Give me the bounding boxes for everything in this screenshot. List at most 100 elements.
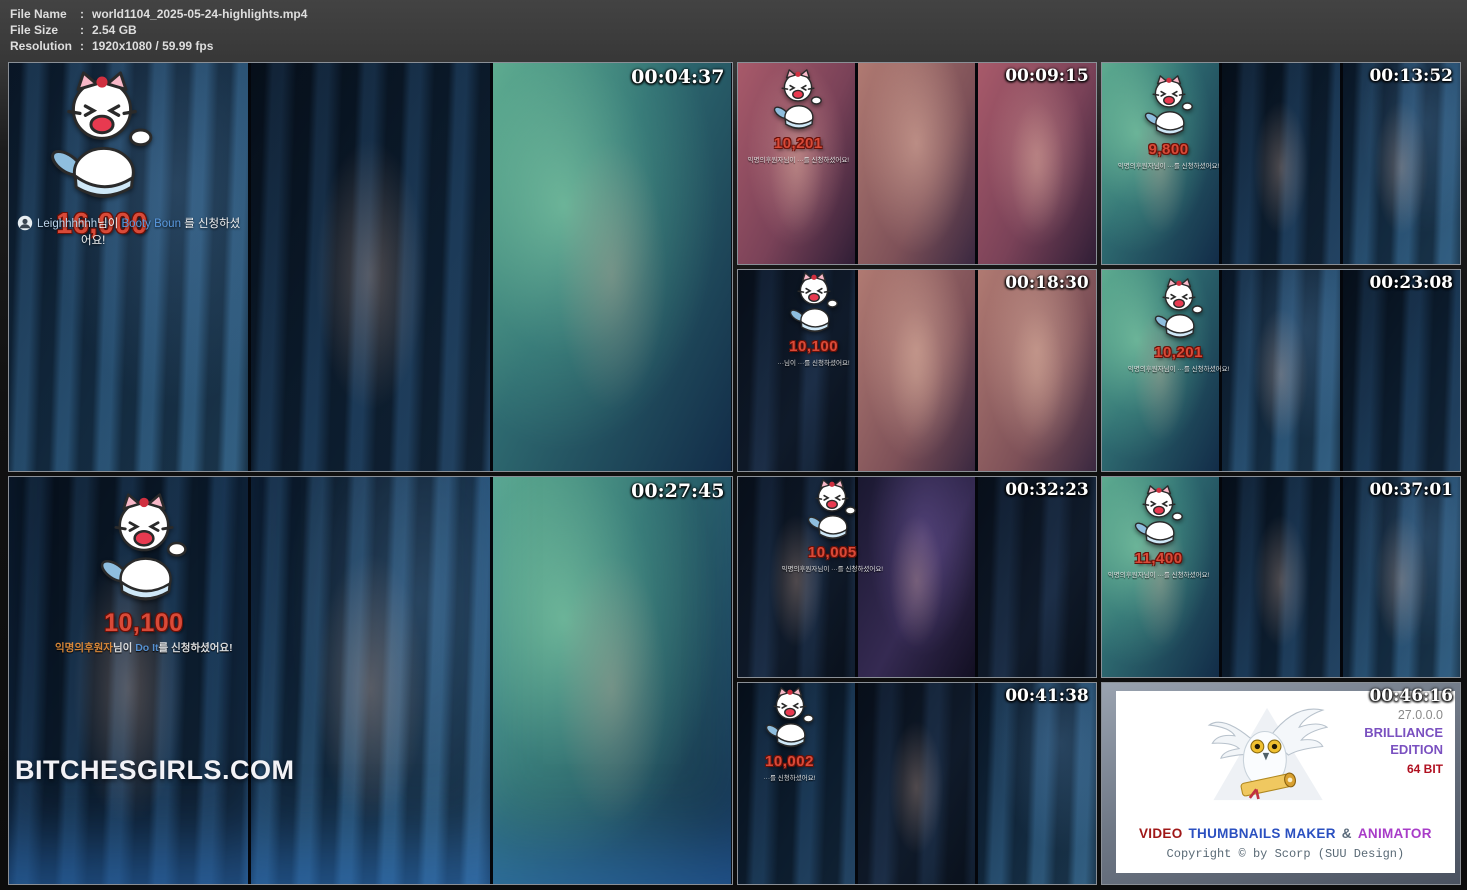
donor-name: 익명의후원자 [55, 642, 113, 654]
donation-message: 익명의후원자님이 ···를 신청하셨어요! [748, 154, 850, 164]
donation-message: 익명의후원자님이 ···를 신청하셨어요! [1108, 569, 1210, 579]
scene-panel [975, 477, 1095, 678]
colon: : [80, 22, 92, 38]
cat-mascot-icon [94, 493, 194, 609]
thumbnail-6: 10,100 익명의후원자님이 Do It를 신청하셨어요! BITCHESGI… [8, 476, 733, 886]
scene-panel [248, 63, 490, 471]
branding-card: 27.0.0.0 BRILLIANCE EDITION 64 BIT VIDEO… [1116, 691, 1455, 873]
scene-panel [1340, 477, 1460, 678]
colon: : [80, 6, 92, 22]
timestamp-label: 00:27:45 [631, 480, 724, 502]
timestamp-label: 00:41:38 [1005, 686, 1089, 706]
donation-amount: 10,201 [748, 135, 850, 152]
thumbnail-2: 10,201 익명의후원자님이 ···를 신청하셨어요! 00:09:15 [737, 62, 1097, 265]
scene-panel [975, 63, 1095, 264]
donation-overlay: 10,201 익명의후원자님이 ···를 신청하셨어요! [1128, 278, 1230, 373]
timestamp-label: 00:37:01 [1369, 480, 1453, 500]
contact-sheet: File Name : world1104_2025-05-24-highlig… [0, 0, 1467, 890]
file-name-value: world1104_2025-05-24-highlights.mp4 [92, 6, 307, 22]
scene-panel [855, 63, 975, 264]
branding-thumbnail: 27.0.0.0 BRILLIANCE EDITION 64 BIT VIDEO… [1101, 682, 1461, 885]
version-text: 27.0.0.0 [1364, 707, 1443, 724]
resolution-label: Resolution [10, 38, 80, 54]
scene-panel [1219, 63, 1339, 264]
timestamp-label: 00:04:37 [631, 66, 724, 88]
app-title-part: THUMBNAILS MAKER [1189, 826, 1336, 841]
timestamp-label: 00:32:23 [1005, 480, 1089, 500]
chat-line-1: Leighhhhhh님이 Booty Boun 를 신청하셨 [17, 215, 287, 231]
user-avatar-icon [17, 215, 33, 231]
scene-panel [855, 683, 975, 884]
donation-amount: 10,201 [1128, 344, 1230, 361]
thumbnail-8: 11,400 익명의후원자님이 ···를 신청하셨어요! 00:37:01 [1101, 476, 1461, 679]
scene-panel [975, 270, 1095, 471]
scene-panel [490, 477, 732, 885]
resolution-value: 1920x1080 / 59.99 fps [92, 38, 213, 54]
chat-tail: 를 신청하셨 [184, 218, 240, 230]
thumbnail-1: 16,000 Leighhhhhh님이 Booty Boun 를 신청하셨 어요… [8, 62, 733, 472]
scene-panel [855, 270, 975, 471]
scene-panel [1340, 270, 1460, 471]
thumbnail-4: 10,100 ···님이 ···를 신청하셨어요! 00:18:30 [737, 269, 1097, 472]
donation-overlay: 10,201 익명의후원자님이 ···를 신청하셨어요! [748, 69, 850, 164]
cat-mascot-icon [1151, 278, 1207, 343]
donor-suffix: 님이 [113, 642, 132, 654]
thumbnail-7: 10,005 익명의후원자님이 ···를 신청하셨어요! 00:32:23 [737, 476, 1097, 679]
file-size-label: File Size [10, 22, 80, 38]
file-name-label: File Name [10, 6, 80, 22]
scene-panel [490, 63, 732, 471]
donation-item: Do It [135, 642, 158, 654]
donation-amount: 9,800 [1118, 141, 1220, 158]
donation-message: 익명의후원자님이 ···를 신청하셨어요! [782, 563, 884, 573]
donation-overlay: 9,800 익명의후원자님이 ···를 신청하셨어요! [1118, 75, 1220, 170]
donation-amount: 10,005 [782, 544, 884, 561]
donation-amount: 10,002 [762, 753, 818, 770]
timestamp-label: 00:13:52 [1369, 66, 1453, 86]
timestamp-label: 00:46:16 [1369, 686, 1453, 706]
thumbnail-5: 10,201 익명의후원자님이 ···를 신청하셨어요! 00:23:08 [1101, 269, 1461, 472]
chat-message: Leighhhhhh님이 Booty Boun 를 신청하셨 어요! [17, 215, 287, 248]
app-title-part: ANIMATOR [1358, 826, 1432, 841]
bits-text: 64 BIT [1364, 761, 1443, 778]
donation-tail: 를 신청하셨어요! [159, 642, 233, 654]
file-size-row: File Size : 2.54 GB [10, 22, 307, 38]
owl-logo-icon [1192, 695, 1342, 813]
timestamp-label: 00:09:15 [1005, 66, 1089, 86]
edition-text-line2: EDITION [1364, 741, 1443, 758]
file-info-header: File Name : world1104_2025-05-24-highlig… [10, 6, 307, 54]
timestamp-label: 00:18:30 [1005, 273, 1089, 293]
branding-version-block: 27.0.0.0 BRILLIANCE EDITION 64 BIT [1364, 707, 1443, 778]
donation-overlay: 10,005 익명의후원자님이 ···를 신청하셨어요! [782, 479, 884, 574]
donation-message: 익명의후원자님이 ···를 신청하셨어요! [1128, 363, 1230, 373]
scene-panel [1340, 63, 1460, 264]
app-title-part: VIDEO [1139, 826, 1183, 841]
scene-panel [975, 683, 1095, 884]
chat-item: Booty Boun [122, 218, 181, 230]
chat-line-2: 어요! [81, 232, 287, 248]
chat-username: Leighhhhhh [37, 218, 97, 230]
file-name-row: File Name : world1104_2025-05-24-highlig… [10, 6, 307, 22]
chat-suffix: 님이 [97, 218, 118, 230]
cat-mascot-icon [770, 69, 826, 134]
donation-overlay: 11,400 익명의후원자님이 ···를 신청하셨어요! [1108, 485, 1210, 580]
donation-message: 익명의후원자님이 Do It를 신청하셨어요! [55, 640, 233, 655]
donation-overlay: 10,100 ···님이 ···를 신청하셨어요! [778, 272, 850, 367]
resolution-row: Resolution : 1920x1080 / 59.99 fps [10, 38, 307, 54]
donation-message: ···님이 ···를 신청하셨어요! [778, 357, 850, 367]
thumbnail-3: 9,800 익명의후원자님이 ···를 신청하셨어요! 00:13:52 [1101, 62, 1461, 265]
app-title: VIDEOTHUMBNAILS MAKER&ANIMATOR [1116, 826, 1455, 841]
timestamp-label: 00:23:08 [1369, 273, 1453, 293]
colon: : [80, 38, 92, 54]
donation-amount: 10,100 [778, 338, 850, 355]
edition-text-line1: BRILLIANCE [1364, 724, 1443, 741]
scene-panel [1219, 477, 1339, 678]
thumbnail-grid: 16,000 Leighhhhhh님이 Booty Boun 를 신청하셨 어요… [8, 62, 1461, 885]
cat-mascot-icon [762, 687, 818, 752]
scene-panel [248, 477, 490, 885]
cat-mascot-icon [1141, 75, 1197, 140]
thumbnail-9: 10,002 ···를 신청하셨어요! 00:41:38 [737, 682, 1097, 885]
donation-message: ···를 신청하셨어요! [762, 772, 818, 782]
cat-mascot-icon [804, 479, 860, 544]
cat-mascot-icon [1131, 485, 1187, 550]
cat-mascot-icon [786, 272, 842, 337]
